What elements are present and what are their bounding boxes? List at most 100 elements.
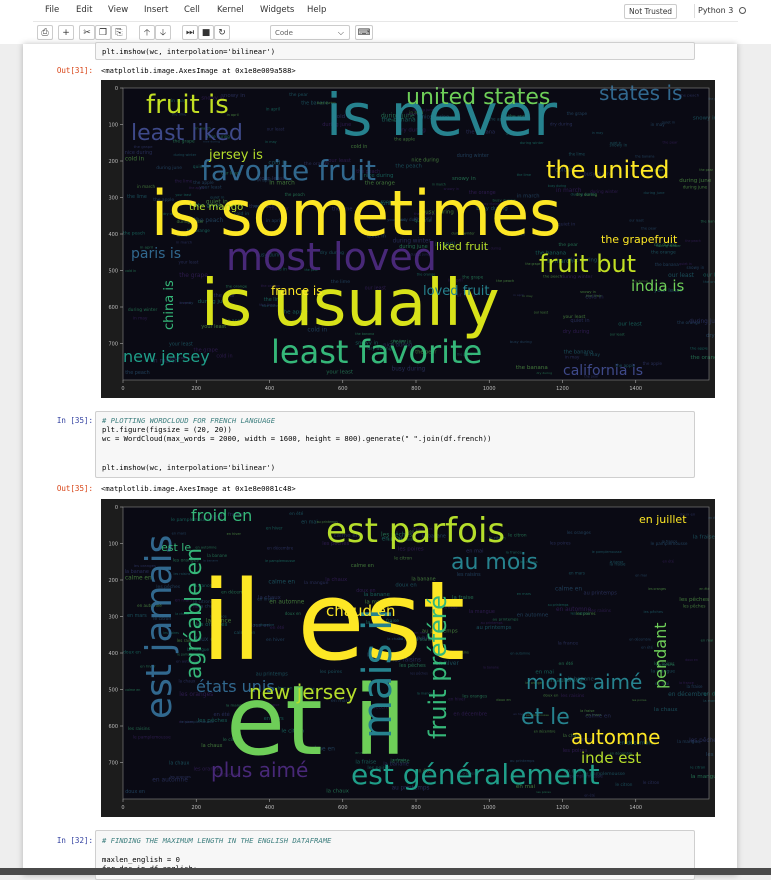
word: france is <box>271 284 323 298</box>
filler-word: au printemps <box>476 625 512 631</box>
word: pendant <box>651 622 670 689</box>
filler-word: the peach <box>680 93 700 98</box>
code-line: plt.imshow(wc, interpolation='bilinear') <box>102 47 276 56</box>
menu-kernel[interactable]: Kernel <box>217 5 244 15</box>
word: the mango <box>189 202 243 213</box>
notebook-container: plt.imshow(wc, interpolation='bilinear')… <box>23 42 737 880</box>
word: the united <box>546 156 670 184</box>
filler-word: during june <box>644 191 666 195</box>
paste-icon[interactable]: ⎘ <box>111 25 127 40</box>
y-tick-label: 300 <box>108 615 118 621</box>
filler-word: les poires <box>706 752 715 758</box>
menu-insert[interactable]: Insert <box>144 5 168 15</box>
menu-help[interactable]: Help <box>307 5 326 15</box>
wordcloud-english-svg: during june in april your least nice during… <box>108 81 715 392</box>
x-tick-label: 400 <box>265 805 275 811</box>
filler-word: les oranges <box>567 530 591 535</box>
filler-word: in may <box>592 131 604 135</box>
filler-word: le pamplemousse <box>592 550 622 554</box>
filler-word: during june <box>156 165 182 171</box>
filler-word: les poires <box>632 698 647 702</box>
menu-view[interactable]: View <box>108 5 128 15</box>
save-icon[interactable]: ⎙ <box>37 25 53 40</box>
filler-word: dry during <box>563 329 590 335</box>
filler-word: en été <box>584 794 595 798</box>
word: en juillet <box>639 513 687 526</box>
filler-word: quiet in <box>679 262 692 266</box>
filler-word: en décembre <box>267 546 294 551</box>
copy-icon[interactable]: ❐ <box>95 25 111 40</box>
add-cell-icon[interactable]: + <box>58 25 74 40</box>
filler-word: the peach <box>125 370 149 376</box>
kernel-name: Python 3 <box>698 6 734 15</box>
filler-word: en décembre <box>453 711 487 718</box>
cell-type-select[interactable]: Code ⌵ <box>270 25 350 40</box>
word: plus aimé <box>211 758 308 782</box>
x-tick-label: 1200 <box>556 386 569 392</box>
filler-word: the peach <box>123 230 145 236</box>
word: est parfois <box>326 511 505 551</box>
cut-icon[interactable]: ✂ <box>79 25 95 40</box>
filler-word: the apple <box>643 361 663 366</box>
y-tick-label: 600 <box>108 724 118 730</box>
x-tick-label: 1000 <box>483 805 496 811</box>
filler-word: in may <box>522 294 532 298</box>
menu-cell[interactable]: Cell <box>184 5 200 15</box>
filler-word: in may <box>265 140 277 144</box>
code-comment: # FINDING THE MAXIMUM LENGTH IN THE ENGL… <box>102 836 332 845</box>
word: chaud en <box>326 602 395 620</box>
y-tick-label: 100 <box>108 123 118 129</box>
word: most loved <box>226 235 437 279</box>
output-text: <matplotlib.image.AxesImage at 0x1e8e008… <box>101 484 296 493</box>
code-cell-input[interactable]: # PLOTTING WORDCLOUD FOR FRENCH LANGUAGE… <box>95 411 695 478</box>
filler-word: en été <box>663 560 675 564</box>
filler-word: le pamplemousse <box>180 719 214 724</box>
filler-word: en mars <box>569 570 585 575</box>
filler-word: nice during <box>125 150 153 156</box>
wordcloud-french-svg: les pêches en hiver la chaux la banane le ci… <box>108 505 715 811</box>
filler-word: in may <box>565 355 580 361</box>
filler-word: cold in <box>585 295 604 301</box>
word: california is <box>563 363 643 379</box>
filler-word: during winter <box>457 153 489 159</box>
code-cell-input[interactable]: plt.imshow(wc, interpolation='bilinear') <box>95 42 695 60</box>
filler-word: la france <box>558 641 579 647</box>
filler-word: en hiver <box>266 526 283 531</box>
filler-word: les pêches <box>679 596 709 603</box>
y-tick-label: 500 <box>108 269 118 275</box>
word: loved fruit <box>423 284 490 299</box>
cell-type-value: Code <box>275 29 293 37</box>
filler-word: the pear <box>559 242 579 248</box>
filler-word: the banana <box>516 365 548 371</box>
menu-widgets[interactable]: Widgets <box>260 5 294 15</box>
y-tick-label: 600 <box>108 305 118 311</box>
menu-file[interactable]: File <box>45 5 59 15</box>
restart-icon[interactable]: ↻ <box>214 25 230 40</box>
filler-word: quiet in <box>570 318 589 324</box>
move-down-icon[interactable]: 🡣 <box>155 25 171 40</box>
wordcloud-english-figure: during june in april your least nice during… <box>101 80 715 398</box>
y-tick-label: 0 <box>115 86 118 92</box>
filler-word: snowy in <box>693 116 715 122</box>
filler-word: en hiver <box>227 532 242 536</box>
word: et le <box>521 705 570 730</box>
code-line: plt.imshow(wc, interpolation='bilinear') <box>102 463 276 472</box>
word: new jersey <box>249 680 358 704</box>
keyboard-icon[interactable]: ⌨ <box>355 25 373 40</box>
stop-icon[interactable]: ■ <box>198 25 214 40</box>
trust-button[interactable]: Not Trusted <box>624 4 678 19</box>
filler-word: doux en <box>685 658 698 662</box>
filler-word: le pamplemousse <box>133 734 171 740</box>
filler-word: les raisins <box>590 608 611 613</box>
filler-word: les oranges <box>170 775 191 779</box>
run-icon[interactable]: ⏭ <box>182 25 198 40</box>
x-tick-label: 1400 <box>629 805 642 811</box>
code-line: wc = WordCloud(max_words = 2000, width =… <box>102 434 492 443</box>
menu-edit[interactable]: Edit <box>76 5 92 15</box>
horizontal-scrollbar[interactable] <box>0 868 771 875</box>
move-up-icon[interactable]: 🡡 <box>139 25 155 40</box>
filler-word: in may <box>133 315 148 321</box>
filler-word: our least <box>267 127 285 132</box>
filler-word: en automne <box>517 613 548 619</box>
filler-word: la fraise <box>610 562 627 567</box>
